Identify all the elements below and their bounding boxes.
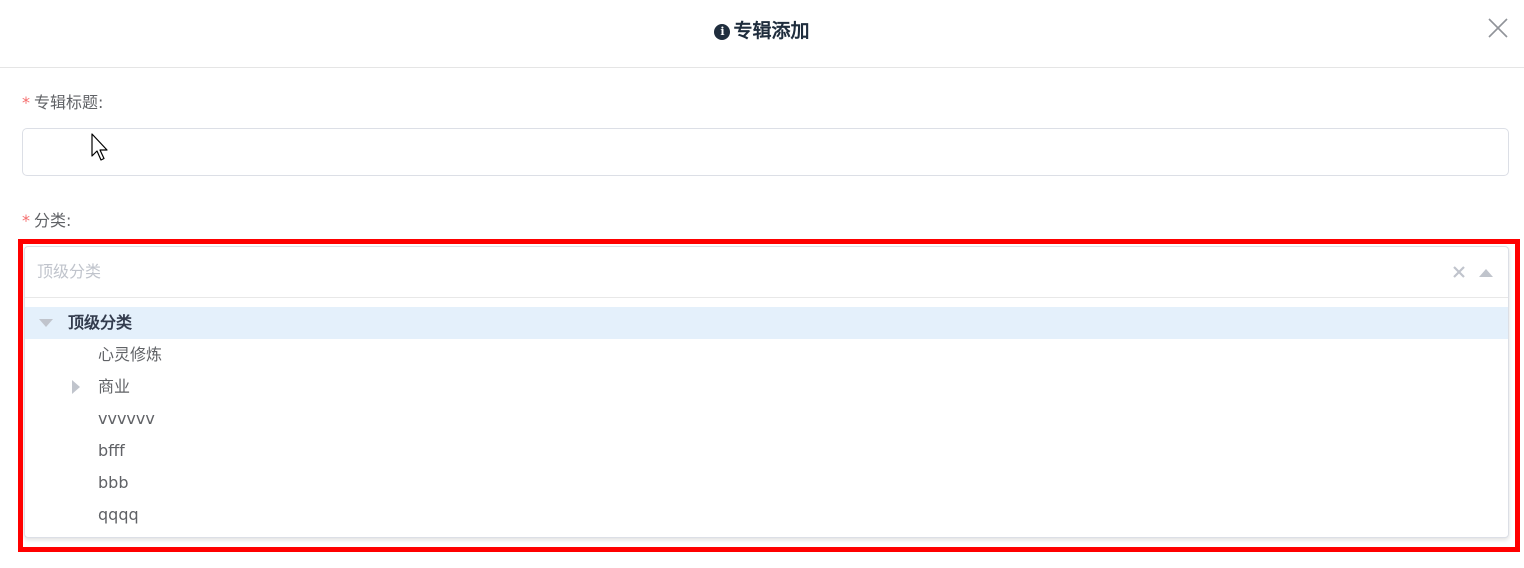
dialog-header: i 专辑添加 xyxy=(0,0,1524,68)
album-title-field[interactable] xyxy=(22,128,1509,176)
album-title-label-text: 专辑标题: xyxy=(34,93,104,112)
close-icon xyxy=(1488,18,1508,38)
info-icon: i xyxy=(714,24,731,40)
album-title-label: * 专辑标题: xyxy=(22,92,103,114)
category-label-text: 分类: xyxy=(34,211,72,230)
dialog-title-wrap: i 专辑添加 xyxy=(0,18,1524,44)
album-title-input[interactable] xyxy=(23,129,1508,175)
category-label: * 分类: xyxy=(22,210,71,232)
highlight-box xyxy=(18,239,1520,552)
required-mark: * xyxy=(22,93,30,112)
dialog-title: 专辑添加 xyxy=(733,20,810,42)
close-button[interactable] xyxy=(1486,16,1510,40)
mouse-cursor-icon xyxy=(90,133,110,167)
required-mark: * xyxy=(22,211,30,230)
